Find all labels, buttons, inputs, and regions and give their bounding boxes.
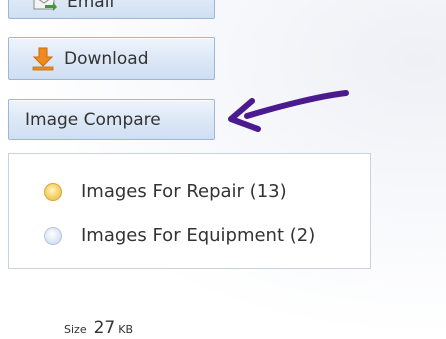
- email-icon: [33, 0, 57, 11]
- radio-unselected-icon[interactable]: [44, 226, 62, 245]
- radio-selected-icon[interactable]: [44, 182, 62, 201]
- annotation-arrow-icon: [225, 84, 350, 140]
- radio-option-label: Images For Equipment (2): [81, 225, 316, 246]
- radio-option-equipment[interactable]: Images For Equipment (2): [44, 225, 315, 246]
- size-label: Size: [64, 323, 87, 336]
- size-value: 27: [93, 318, 116, 338]
- image-filter-group: Images For Repair (13) Images For Equipm…: [8, 153, 371, 269]
- file-size-readout: Size 27 KB: [64, 318, 133, 338]
- radio-option-repair[interactable]: Images For Repair (13): [44, 181, 287, 202]
- email-button-label: Email: [67, 0, 115, 12]
- download-button-label: Download: [64, 48, 149, 69]
- download-button[interactable]: Download: [8, 37, 215, 80]
- download-arrow-icon: [32, 47, 54, 71]
- size-unit: KB: [118, 323, 133, 336]
- image-compare-button[interactable]: Image Compare: [8, 99, 215, 140]
- radio-option-label: Images For Repair (13): [81, 181, 287, 202]
- email-button[interactable]: Email: [8, 0, 215, 19]
- image-compare-button-label: Image Compare: [25, 109, 161, 130]
